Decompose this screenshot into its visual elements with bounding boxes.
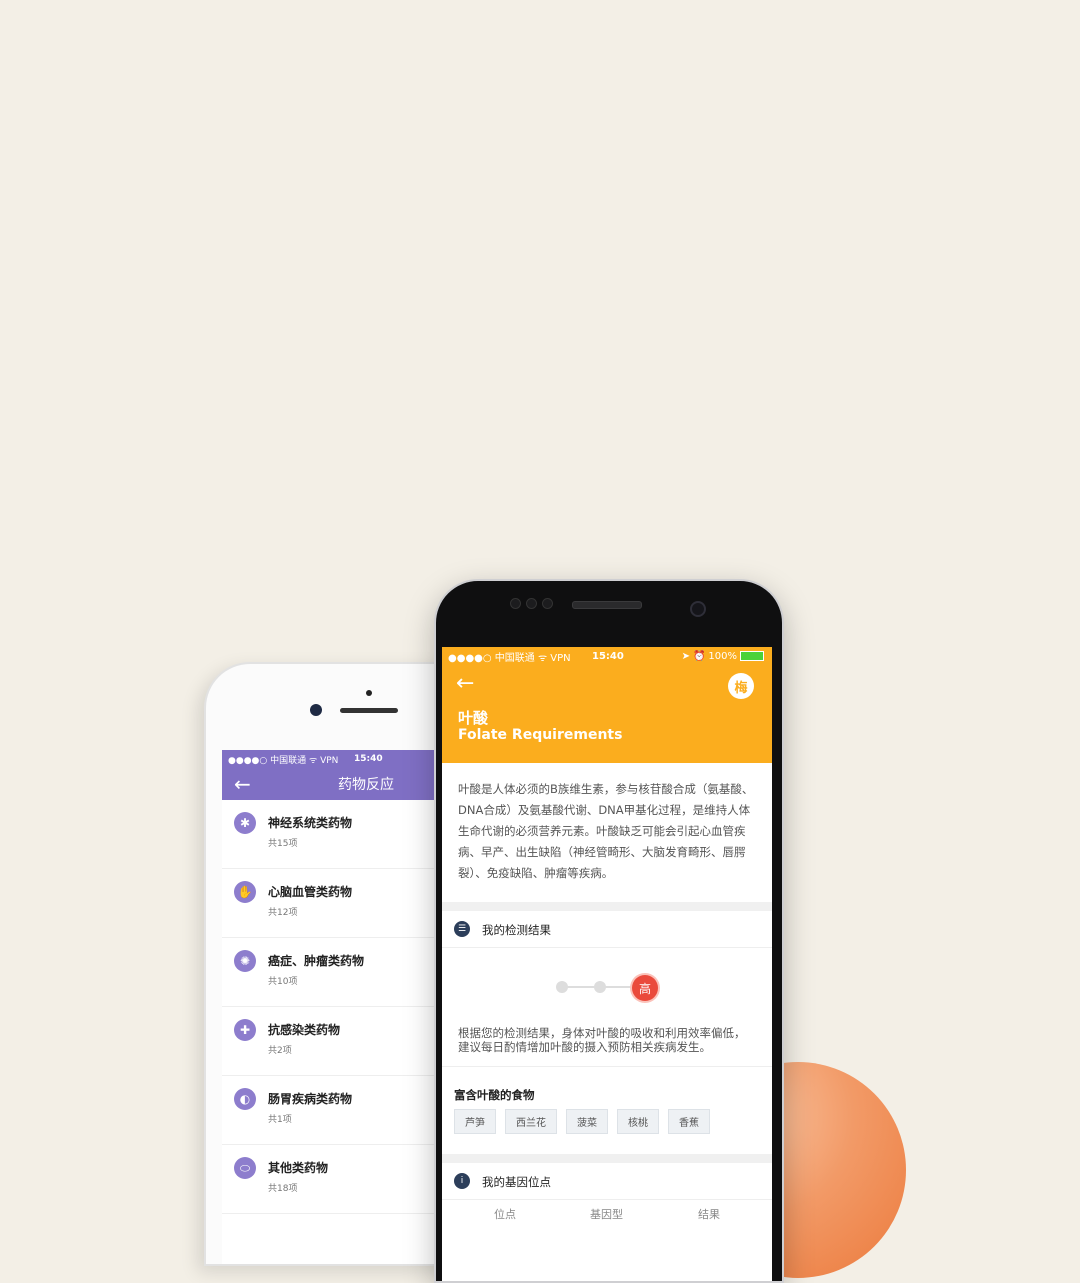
section-header-gene: i 我的基因位点 [442,1163,772,1200]
carrier-label: ●●●●○ 中国联通 ᯤ VPN [448,652,571,664]
item-name: 心脑血管类药物 [268,885,353,899]
info-icon: i [454,1173,470,1189]
food-tag[interactable]: 香蕉 [668,1109,710,1134]
status-time: 15:40 [354,754,383,764]
front-camera [690,601,706,617]
level-dot-low [556,981,568,993]
pill-icon: ⬭ [234,1157,256,1179]
nav-bar: ← 药物反应 [222,768,456,800]
cell-icon: ✺ [234,950,256,972]
divider [442,902,772,911]
section-title: 我的检测结果 [482,923,551,937]
earpiece-speaker [340,708,398,713]
section-title: 我的基因位点 [482,1175,551,1189]
level-dot-mid [594,981,606,993]
item-count: 共12项 [268,908,298,918]
level-badge-high: 高 [632,975,658,1001]
sensor-dot [542,598,553,609]
drug-reaction-screen: ●●●●○ 中国联通 ᯤ VPN 15:40 ← 药物反应 ✱ 神经系统类药物 … [222,750,456,1264]
list-item[interactable]: ✚ 抗感染类药物 共2项 [222,1007,456,1076]
battery-indicator: ➤ ⏰ 100% [682,651,764,662]
sensor-dot [510,598,521,609]
food-tag[interactable]: 西兰花 [505,1109,557,1134]
food-tags: 芦笋 西兰花 菠菜 核桃 香蕉 [442,1109,772,1154]
earpiece-speaker [572,601,642,609]
level-indicator: 高 [442,948,772,1026]
item-name: 抗感染类药物 [268,1023,341,1037]
header: ●●●●○ 中国联通 ᯤ VPN 15:40 ➤ ⏰ 100% ← 梅 叶酸 F… [442,647,772,763]
food-section-title: 富含叶酸的食物 [454,1088,535,1102]
description: 叶酸是人体必须的B族维生素，参与核苷酸合成（氨基酸、DNA合成）及氨基酸代谢、D… [458,782,754,880]
status-time: 15:40 [592,650,624,662]
status-bar: ●●●●○ 中国联通 ᯤ VPN 15:40 [222,750,456,768]
item-name: 神经系统类药物 [268,816,353,830]
stomach-icon: ◐ [234,1088,256,1110]
column-header: 基因型 [590,1208,623,1221]
avatar[interactable]: 梅 [728,673,754,699]
proximity-sensor [366,690,372,696]
neuron-icon: ✱ [234,812,256,834]
item-count: 共2项 [268,1046,292,1056]
column-header: 位点 [494,1208,516,1221]
battery-label: 100% [708,650,737,662]
item-name: 癌症、肿瘤类药物 [268,954,365,968]
divider [442,1154,772,1163]
back-arrow-icon[interactable]: ← [456,673,474,695]
advice-text: 根据您的检测结果，身体对叶酸的吸收和利用效率偏低，建议每日酌情增加叶酸的摄入预防… [442,1026,772,1067]
item-count: 共18项 [268,1184,298,1194]
page-title: 叶酸 [458,709,489,727]
item-name: 其他类药物 [268,1161,329,1175]
column-header: 结果 [698,1208,720,1221]
list-item[interactable]: ◐ 肠胃疾病类药物 共1项 [222,1076,456,1145]
front-camera [310,704,322,716]
android-device: ●●●●○ 中国联通 ᯤ VPN 15:40 ➤ ⏰ 100% ← 梅 叶酸 F… [434,579,784,1283]
page-title: 药物反应 [338,777,394,793]
page-subtitle: Folate Requirements [458,727,623,743]
item-count: 共1项 [268,1115,292,1125]
list-item[interactable]: ✱ 神经系统类药物 共15项 [222,800,456,869]
list-item[interactable]: ⬭ 其他类药物 共18项 [222,1145,456,1214]
heart-hand-icon: ✋ [234,881,256,903]
back-arrow-icon[interactable]: ← [234,774,251,794]
list-icon: ☰ [454,921,470,937]
item-name: 肠胃疾病类药物 [268,1092,353,1106]
list-item[interactable]: ✺ 癌症、肿瘤类药物 共10项 [222,938,456,1007]
battery-icon [740,651,764,661]
sensor-dot [526,598,537,609]
carrier-label: ●●●●○ 中国联通 ᯤ VPN [228,755,339,766]
gene-table-header: 位点 基因型 结果 [442,1200,772,1228]
location-icon: ➤ [681,650,690,662]
iphone-device: ●●●●○ 中国联通 ᯤ VPN 15:40 ← 药物反应 ✱ 神经系统类药物 … [204,662,456,1266]
food-tag[interactable]: 芦笋 [454,1109,496,1134]
alarm-icon: ⏰ [692,650,706,662]
section-header-result: ☰ 我的检测结果 [442,911,772,948]
item-count: 共10项 [268,977,298,987]
item-count: 共15项 [268,839,298,849]
list-item[interactable]: ✋ 心脑血管类药物 共12项 [222,869,456,938]
folate-screen: ●●●●○ 中国联通 ᯤ VPN 15:40 ➤ ⏰ 100% ← 梅 叶酸 F… [442,647,772,1281]
food-tag[interactable]: 菠菜 [566,1109,608,1134]
status-bar: ●●●●○ 中国联通 ᯤ VPN 15:40 ➤ ⏰ 100% [442,647,772,665]
shield-icon: ✚ [234,1019,256,1041]
food-tag[interactable]: 核桃 [617,1109,659,1134]
